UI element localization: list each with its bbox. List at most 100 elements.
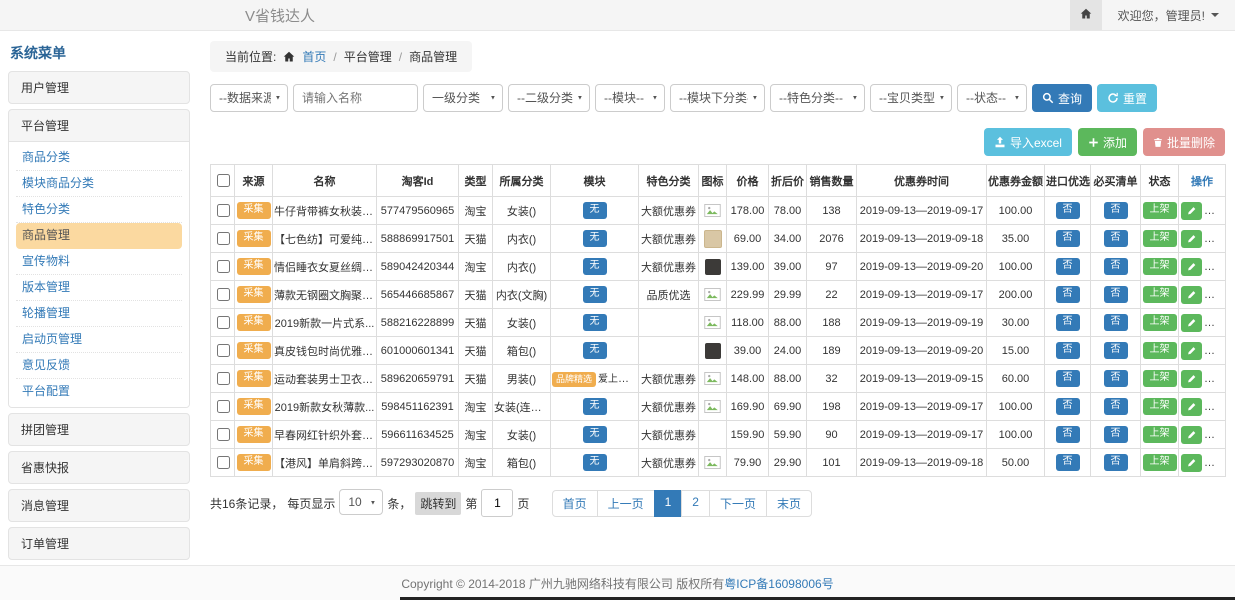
edit-button[interactable] xyxy=(1181,286,1202,304)
must-buy-toggle-badge[interactable]: 否 xyxy=(1104,370,1128,387)
sidebar-item-version-management[interactable]: 版本管理 xyxy=(16,275,182,301)
sidebar-item-platform-config[interactable]: 平台配置 xyxy=(16,379,182,404)
cell-status: 上架 xyxy=(1141,449,1179,477)
sidebar-group-user-management[interactable]: 用户管理 xyxy=(9,72,189,103)
import-excel-button[interactable]: 导入excel xyxy=(984,128,1072,156)
item-type-select[interactable]: --宝贝类型-- xyxy=(870,84,952,112)
status-badge[interactable]: 上架 xyxy=(1143,342,1177,359)
edit-button[interactable] xyxy=(1181,370,1202,388)
level2-category-select[interactable]: --二级分类-- xyxy=(508,84,590,112)
edit-button[interactable] xyxy=(1181,398,1202,416)
import-toggle-badge[interactable]: 否 xyxy=(1056,202,1080,219)
name-search-input[interactable] xyxy=(293,84,418,112)
row-checkbox[interactable] xyxy=(217,204,230,217)
sidebar-group-order-management[interactable]: 订单管理 xyxy=(9,528,189,559)
cell-type: 淘宝 xyxy=(459,253,493,281)
edit-button[interactable] xyxy=(1181,230,1202,248)
pager-last[interactable]: 末页 xyxy=(766,490,812,517)
module-sub-category-select[interactable]: --模块下分类-- xyxy=(670,84,765,112)
row-checkbox[interactable] xyxy=(217,316,230,329)
status-badge[interactable]: 上架 xyxy=(1143,258,1177,275)
module-select[interactable]: --模块-- xyxy=(595,84,665,112)
import-toggle-badge[interactable]: 否 xyxy=(1056,370,1080,387)
reset-button[interactable]: 重置 xyxy=(1097,84,1157,112)
sidebar-group-savings-express[interactable]: 省惠快报 xyxy=(9,452,189,483)
pager-prev[interactable]: 上一页 xyxy=(597,490,655,517)
add-button[interactable]: 添加 xyxy=(1078,128,1137,156)
special-category-select[interactable]: --特色分类-- xyxy=(770,84,865,112)
edit-button[interactable] xyxy=(1181,314,1202,332)
sidebar-item-promo-material[interactable]: 宣传物料 xyxy=(16,249,182,275)
breadcrumb-item-platform: 平台管理 xyxy=(344,48,392,65)
sidebar-item-special-category[interactable]: 特色分类 xyxy=(16,197,182,223)
import-toggle-badge[interactable]: 否 xyxy=(1056,286,1080,303)
breadcrumb-item-products: 商品管理 xyxy=(409,48,457,65)
import-toggle-badge[interactable]: 否 xyxy=(1056,230,1080,247)
import-toggle-badge[interactable]: 否 xyxy=(1056,258,1080,275)
sidebar-group-groupbuy-management[interactable]: 拼团管理 xyxy=(9,414,189,445)
sidebar-item-feedback[interactable]: 意见反馈 xyxy=(16,353,182,379)
search-button[interactable]: 查询 xyxy=(1032,84,1092,112)
sidebar-item-splash-page-management[interactable]: 启动页管理 xyxy=(16,327,182,353)
import-toggle-badge[interactable]: 否 xyxy=(1056,342,1080,359)
level1-category-select[interactable]: 一级分类 xyxy=(423,84,503,112)
row-checkbox[interactable] xyxy=(217,260,230,273)
edit-button[interactable] xyxy=(1181,342,1202,360)
row-checkbox[interactable] xyxy=(217,372,230,385)
sidebar-item-carousel-management[interactable]: 轮播管理 xyxy=(16,301,182,327)
status-badge[interactable]: 上架 xyxy=(1143,454,1177,471)
sidebar-item-module-product-category[interactable]: 模块商品分类 xyxy=(16,171,182,197)
must-buy-toggle-badge[interactable]: 否 xyxy=(1104,398,1128,415)
pager-first[interactable]: 首页 xyxy=(552,490,598,517)
status-badge[interactable]: 上架 xyxy=(1143,370,1177,387)
must-buy-toggle-badge[interactable]: 否 xyxy=(1104,286,1128,303)
sidebar-item-product-category[interactable]: 商品分类 xyxy=(16,145,182,171)
row-checkbox[interactable] xyxy=(217,456,230,469)
row-checkbox[interactable] xyxy=(217,288,230,301)
must-buy-toggle-badge[interactable]: 否 xyxy=(1104,314,1128,331)
import-toggle-badge[interactable]: 否 xyxy=(1056,426,1080,443)
import-toggle-badge[interactable]: 否 xyxy=(1056,454,1080,471)
status-badge[interactable]: 上架 xyxy=(1143,202,1177,219)
must-buy-toggle-badge[interactable]: 否 xyxy=(1104,258,1128,275)
must-buy-toggle-badge[interactable]: 否 xyxy=(1104,454,1128,471)
row-checkbox[interactable] xyxy=(217,428,230,441)
import-toggle-badge[interactable]: 否 xyxy=(1056,398,1080,415)
page-number-input[interactable] xyxy=(481,489,513,517)
edit-button[interactable] xyxy=(1181,258,1202,276)
row-checkbox[interactable] xyxy=(217,232,230,245)
status-badge[interactable]: 上架 xyxy=(1143,398,1177,415)
must-buy-toggle-badge[interactable]: 否 xyxy=(1104,202,1128,219)
status-badge[interactable]: 上架 xyxy=(1143,426,1177,443)
breadcrumb-home-link[interactable]: 首页 xyxy=(302,48,326,65)
edit-button[interactable] xyxy=(1181,426,1202,444)
icp-link[interactable]: 粤ICP备16098006号 xyxy=(724,575,833,592)
status-badge[interactable]: 上架 xyxy=(1143,314,1177,331)
status-badge[interactable]: 上架 xyxy=(1143,286,1177,303)
sidebar-group-platform-management[interactable]: 平台管理 xyxy=(9,110,189,141)
pager-page-2[interactable]: 2 xyxy=(681,490,710,517)
edit-button[interactable] xyxy=(1181,202,1202,220)
edit-button[interactable] xyxy=(1181,454,1202,472)
cell-sales-count: 198 xyxy=(807,393,857,421)
pager-next[interactable]: 下一页 xyxy=(709,490,767,517)
user-menu[interactable]: 欢迎您，管理员! xyxy=(1102,0,1235,30)
data-source-select[interactable]: --数据来源-- xyxy=(210,84,288,112)
cell-must-buy: 否 xyxy=(1091,281,1141,309)
must-buy-toggle-badge[interactable]: 否 xyxy=(1104,342,1128,359)
row-checkbox[interactable] xyxy=(217,344,230,357)
import-toggle-badge[interactable]: 否 xyxy=(1056,314,1080,331)
per-page-select[interactable]: 10 xyxy=(339,489,383,515)
must-buy-toggle-badge[interactable]: 否 xyxy=(1104,230,1128,247)
pager-page-1[interactable]: 1 xyxy=(654,490,683,517)
jump-button[interactable]: 跳转到 xyxy=(415,492,461,515)
sidebar-group-message-management[interactable]: 消息管理 xyxy=(9,490,189,521)
status-select[interactable]: --状态-- xyxy=(957,84,1027,112)
select-all-checkbox[interactable] xyxy=(217,174,230,187)
status-badge[interactable]: 上架 xyxy=(1143,230,1177,247)
home-button[interactable] xyxy=(1070,0,1102,30)
must-buy-toggle-badge[interactable]: 否 xyxy=(1104,426,1128,443)
row-checkbox[interactable] xyxy=(217,400,230,413)
sidebar-item-product-management[interactable]: 商品管理 xyxy=(16,223,182,249)
batch-delete-button[interactable]: 批量删除 xyxy=(1143,128,1225,156)
